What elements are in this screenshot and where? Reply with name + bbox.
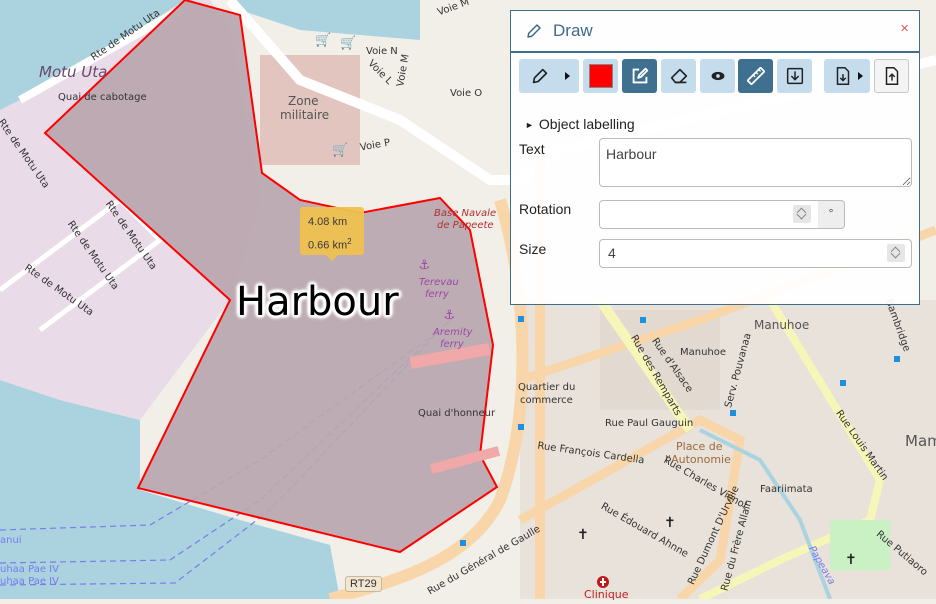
close-button[interactable]: × [900, 20, 909, 37]
label-text-input[interactable]: Harbour [599, 138, 912, 187]
color-swatch [588, 64, 613, 88]
import-button[interactable] [777, 59, 812, 93]
rotation-unit: ° [818, 200, 845, 229]
drawn-text-label[interactable]: Harbour [236, 278, 399, 326]
measure-button[interactable] [738, 59, 773, 93]
erase-button[interactable] [661, 59, 696, 93]
text-label: Text [519, 141, 545, 157]
toggle-visibility-button[interactable] [700, 59, 735, 93]
file-download-icon [836, 67, 849, 85]
chevron-right-icon [564, 72, 570, 80]
panel-header: Draw × [511, 11, 919, 53]
import-icon [786, 67, 803, 85]
rotation-label: Rotation [519, 201, 572, 217]
section-title: Object labelling [538, 116, 635, 132]
eraser-icon [670, 68, 687, 84]
edit-icon [632, 67, 648, 84]
chevron-right-icon [857, 72, 863, 80]
draw-panel: Draw × ► Object labelling Text Harbour R… [510, 10, 920, 305]
caret-right-icon: ► [525, 120, 534, 130]
download-dropdown[interactable] [824, 59, 870, 93]
measurement-area: 0.66 km2 [308, 237, 352, 252]
pencil-icon [527, 24, 541, 38]
draw-tool-dropdown[interactable] [519, 59, 579, 93]
panel-title: Draw [553, 21, 593, 40]
upload-button[interactable] [874, 59, 909, 93]
edit-button[interactable] [622, 59, 657, 93]
size-label: Size [519, 241, 547, 257]
route-shield: RT29 [345, 576, 382, 592]
size-input[interactable]: 4 [599, 239, 912, 268]
measurement-length: 4.08 km [308, 216, 348, 228]
measurement-tooltip: 4.08 km 0.66 km2 [300, 207, 364, 261]
file-upload-icon [885, 67, 898, 85]
ruler-icon [746, 67, 765, 85]
eye-icon [711, 71, 724, 81]
size-stepper[interactable] [887, 244, 905, 262]
color-picker-button[interactable] [583, 59, 618, 93]
rotation-input[interactable] [599, 200, 819, 229]
object-labelling-toggle[interactable]: ► Object labelling [525, 116, 635, 132]
pencil-icon [532, 68, 547, 84]
rotation-stepper[interactable] [793, 205, 811, 223]
